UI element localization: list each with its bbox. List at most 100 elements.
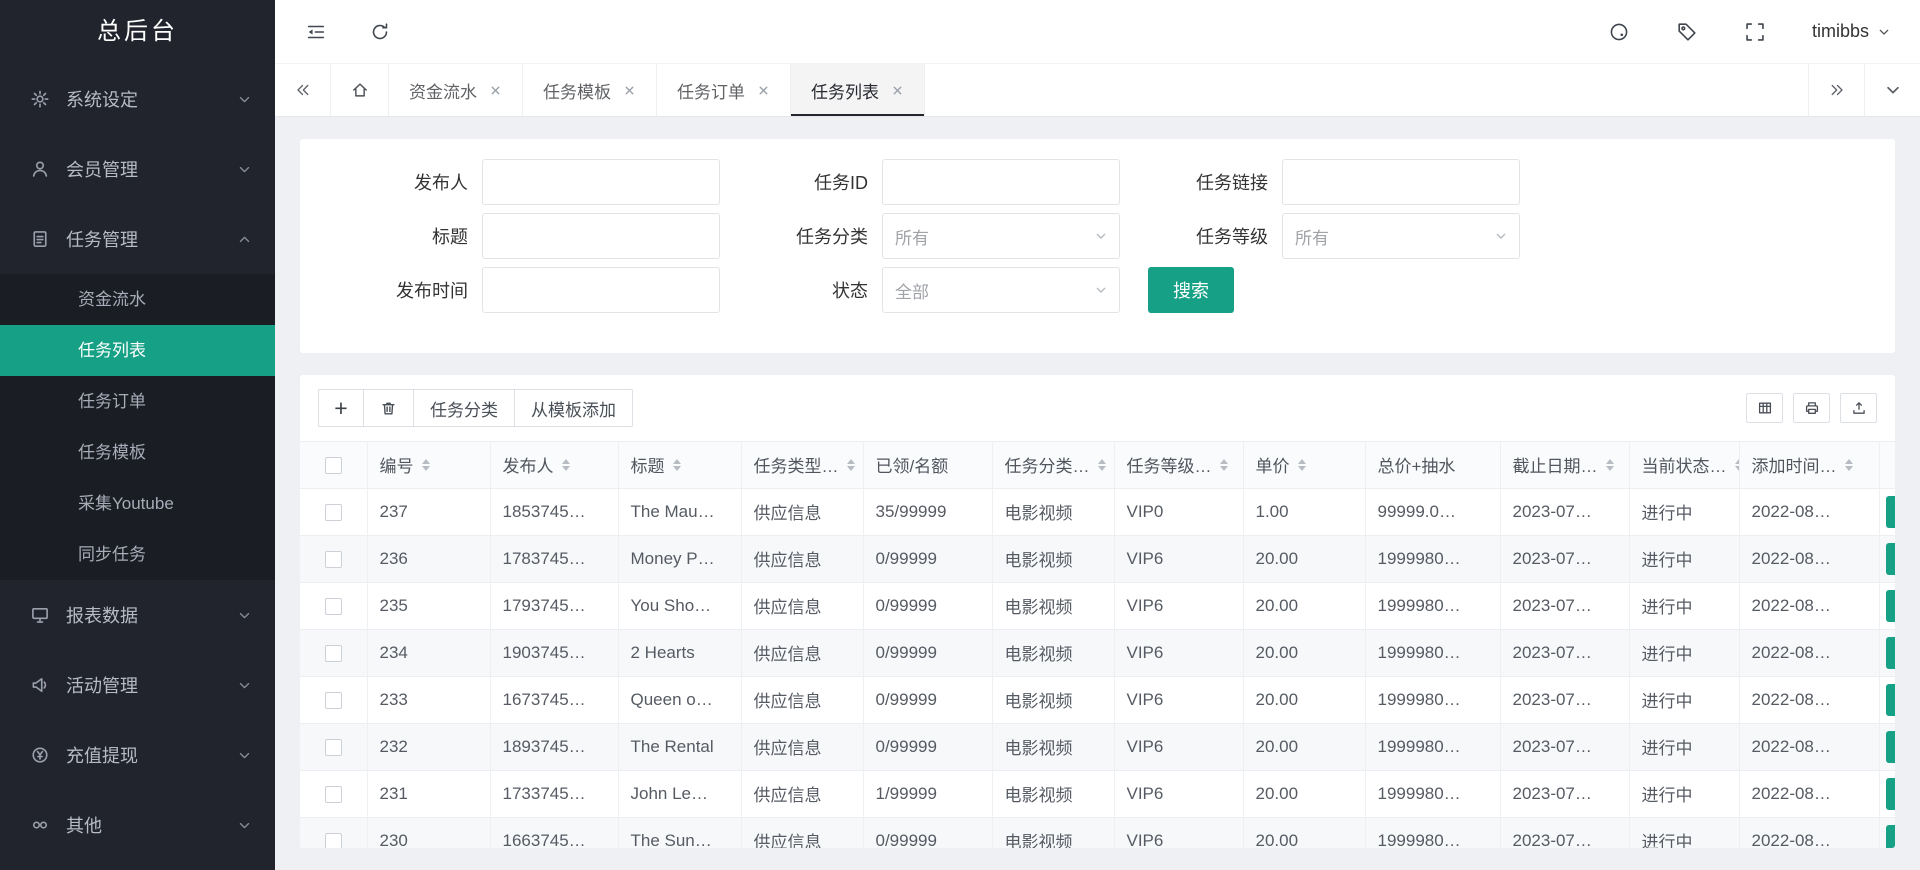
user-menu[interactable]: timibbs: [1812, 21, 1890, 42]
scroll-tabs-right-button[interactable]: [1808, 64, 1864, 116]
task-id-input[interactable]: [882, 159, 1120, 205]
publisher-input[interactable]: [482, 159, 720, 205]
theme-icon[interactable]: [1608, 21, 1630, 43]
close-icon[interactable]: [489, 84, 502, 97]
sort-icon[interactable]: [1298, 459, 1306, 471]
row-action-button[interactable]: [1886, 496, 1896, 528]
row-checkbox[interactable]: [325, 551, 342, 568]
select-all-cell: [300, 442, 367, 488]
sidebar-item-recharge-withdraw[interactable]: 充值提现: [0, 720, 275, 790]
sidebar-item-member-management[interactable]: 会员管理: [0, 134, 275, 204]
row-checkbox[interactable]: [325, 786, 342, 803]
table-cell: 电影视频: [992, 770, 1114, 817]
tabs-menu-button[interactable]: [1864, 64, 1920, 116]
sidebar-item-report-data[interactable]: 报表数据: [0, 580, 275, 650]
scroll-tabs-left-button[interactable]: [275, 64, 331, 116]
column-header[interactable]: 单价: [1243, 442, 1365, 488]
row-action-button[interactable]: [1886, 637, 1896, 669]
column-header-label: 发布人: [503, 452, 554, 477]
tab-task-order[interactable]: 任务订单: [657, 64, 791, 116]
close-icon[interactable]: [623, 84, 636, 97]
row-checkbox[interactable]: [325, 645, 342, 662]
column-header[interactable]: 添加时间…: [1739, 442, 1879, 488]
home-tab[interactable]: [331, 64, 389, 116]
sort-icon[interactable]: [673, 459, 681, 471]
row-action-cell: [1879, 535, 1895, 582]
sidebar-item-system-settings[interactable]: 系统设定: [0, 64, 275, 134]
tab-fund-flow[interactable]: 资金流水: [389, 64, 523, 116]
column-header[interactable]: 任务等级…: [1114, 442, 1243, 488]
column-header[interactable]: 任务类型…: [741, 442, 863, 488]
tab-task-template[interactable]: 任务模板: [523, 64, 657, 116]
sidebar-subitem-collect-youtube[interactable]: 采集Youtube: [0, 478, 275, 529]
sidebar-item-other[interactable]: 其他: [0, 790, 275, 860]
row-checkbox-cell: [300, 770, 367, 817]
row-action-button[interactable]: [1886, 543, 1896, 575]
column-header[interactable]: 编号: [367, 442, 490, 488]
row-action-button[interactable]: [1886, 731, 1896, 763]
row-checkbox[interactable]: [325, 504, 342, 521]
column-header[interactable]: 任务分类…: [992, 442, 1114, 488]
sidebar-subitem-fund-flow[interactable]: 资金流水: [0, 274, 275, 325]
sort-icon[interactable]: [1735, 459, 1740, 471]
task-category-select[interactable]: 所有: [882, 213, 1120, 259]
tab-task-list[interactable]: 任务列表: [791, 64, 925, 116]
task-link-input[interactable]: [1282, 159, 1520, 205]
row-action-button[interactable]: [1886, 778, 1896, 810]
row-action-button[interactable]: [1886, 590, 1896, 622]
sidebar-subitem-sync-task[interactable]: 同步任务: [0, 529, 275, 580]
row-checkbox[interactable]: [325, 739, 342, 756]
chevron-down-icon: [1095, 284, 1107, 296]
sort-icon[interactable]: [1220, 459, 1228, 471]
table-cell: 1999980…: [1365, 535, 1500, 582]
sort-icon[interactable]: [1606, 459, 1614, 471]
column-header[interactable]: 标题: [618, 442, 741, 488]
sort-icon[interactable]: [562, 459, 570, 471]
print-button[interactable]: [1793, 393, 1830, 423]
row-action-button[interactable]: [1886, 825, 1896, 849]
table-cell: 2023-07…: [1500, 535, 1629, 582]
row-checkbox[interactable]: [325, 833, 342, 848]
sort-icon[interactable]: [1845, 459, 1853, 471]
export-button[interactable]: [1840, 393, 1877, 423]
sidebar-item-task-management[interactable]: 任务管理: [0, 204, 275, 274]
task-category-button[interactable]: 任务分类: [413, 389, 515, 427]
publish-time-input[interactable]: [482, 267, 720, 313]
delete-button[interactable]: [363, 389, 414, 427]
table-cell: 2022-08…: [1739, 723, 1879, 770]
column-header[interactable]: 当前状态…: [1629, 442, 1739, 488]
status-label: 状态: [720, 277, 882, 303]
sort-icon[interactable]: [422, 459, 430, 471]
fullscreen-icon[interactable]: [1744, 21, 1766, 43]
sidebar-subitem-task-list[interactable]: 任务列表: [0, 325, 275, 376]
refresh-icon[interactable]: [369, 21, 391, 43]
task-level-select[interactable]: 所有: [1282, 213, 1520, 259]
row-action-button[interactable]: [1886, 684, 1896, 716]
sort-icon[interactable]: [1098, 459, 1106, 471]
tag-icon[interactable]: [1676, 21, 1698, 43]
column-header[interactable]: 已领/名额: [863, 442, 992, 488]
title-input[interactable]: [482, 213, 720, 259]
close-icon[interactable]: [891, 84, 904, 97]
sidebar-subitem-task-template[interactable]: 任务模板: [0, 427, 275, 478]
columns-button[interactable]: [1746, 393, 1783, 423]
add-button[interactable]: +: [318, 389, 364, 427]
row-checkbox[interactable]: [325, 692, 342, 709]
column-header[interactable]: 总价+抽水: [1365, 442, 1500, 488]
table-cell: 2022-08…: [1739, 535, 1879, 582]
select-all-checkbox[interactable]: [325, 457, 342, 474]
sort-icon[interactable]: [847, 459, 855, 471]
filter-field-task-level: 任务等级所有: [1120, 213, 1520, 259]
filter-field-task-category: 任务分类所有: [720, 213, 1120, 259]
column-header[interactable]: 截止日期…: [1500, 442, 1629, 488]
collapse-sidebar-icon[interactable]: [305, 21, 327, 43]
row-checkbox[interactable]: [325, 598, 342, 615]
status-select[interactable]: 全部: [882, 267, 1120, 313]
column-header[interactable]: 发布人: [490, 442, 618, 488]
sidebar-subitem-task-order[interactable]: 任务订单: [0, 376, 275, 427]
search-button[interactable]: 搜索: [1148, 267, 1234, 313]
sidebar-item-activity-management[interactable]: 活动管理: [0, 650, 275, 720]
close-icon[interactable]: [757, 84, 770, 97]
table-cell: 231: [367, 770, 490, 817]
add-from-template-button[interactable]: 从模板添加: [514, 389, 633, 427]
